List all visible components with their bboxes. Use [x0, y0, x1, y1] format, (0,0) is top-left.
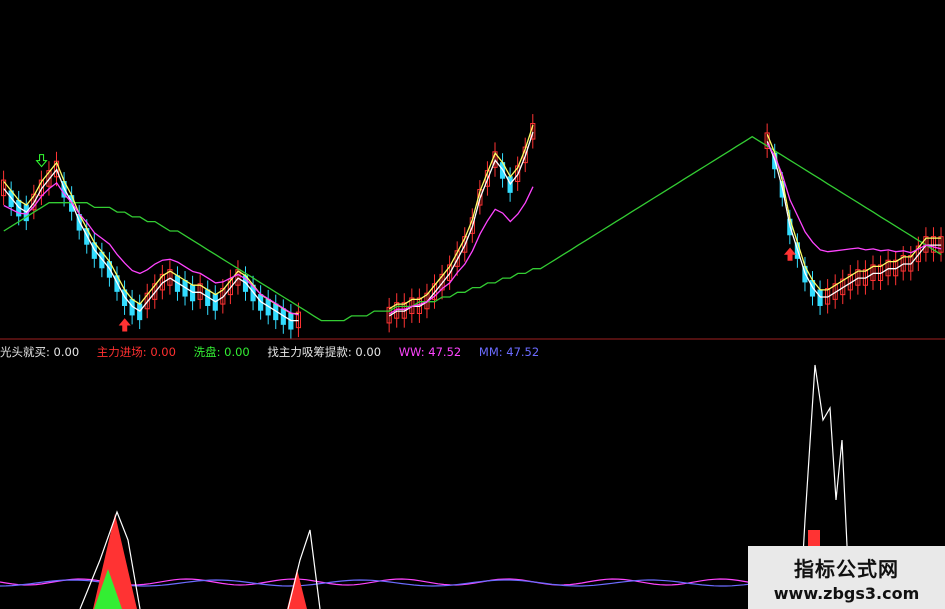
candle-body [288, 313, 294, 330]
legend-zhuli: 主力进场: 0.00 [96, 345, 176, 359]
watermark-url: www.zbgs3.com [773, 584, 920, 603]
legend-xichou: 找主力吸筹提款: 0.00 [267, 345, 382, 359]
ma5-line [3, 131, 942, 322]
legend-guangtou: 光头就买: 0.00 [0, 345, 80, 359]
candle-body [212, 294, 218, 311]
buy-signal-arrow [783, 247, 797, 261]
sell-signal-arrow [35, 154, 48, 168]
stock-chart [0, 114, 945, 609]
candle-body [190, 284, 196, 302]
candle-body [137, 303, 143, 321]
legend-ww: WW: 47.52 [398, 345, 462, 359]
price-panel [1, 114, 944, 339]
buy-signal-arrow [118, 318, 131, 332]
watermark-title: 指标公式网 [794, 557, 899, 581]
watermark: 指标公式网 www.zbgs3.com [748, 546, 945, 609]
legend-xipan: 洗盘: 0.00 [193, 345, 250, 359]
candle-body [817, 289, 823, 306]
legend-mm: MM: 47.52 [478, 345, 540, 359]
indicator-legend: 光头就买: 0.00 主力进场: 0.00 洗盘: 0.00 找主力吸筹提款: … [0, 343, 553, 361]
